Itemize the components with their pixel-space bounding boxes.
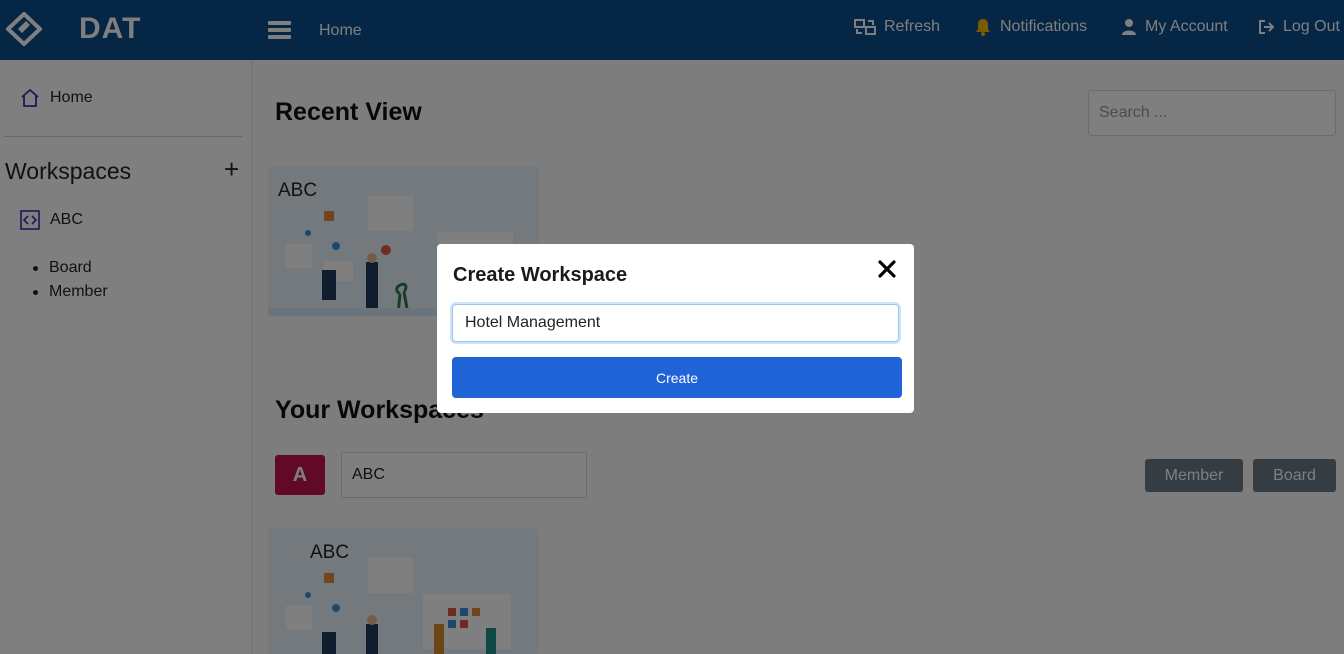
workspace-name-input[interactable] bbox=[452, 304, 899, 342]
create-workspace-modal: Create Workspace Create bbox=[437, 244, 914, 413]
close-icon[interactable] bbox=[875, 257, 899, 281]
modal-title: Create Workspace bbox=[453, 264, 628, 286]
create-button[interactable]: Create bbox=[452, 357, 902, 398]
